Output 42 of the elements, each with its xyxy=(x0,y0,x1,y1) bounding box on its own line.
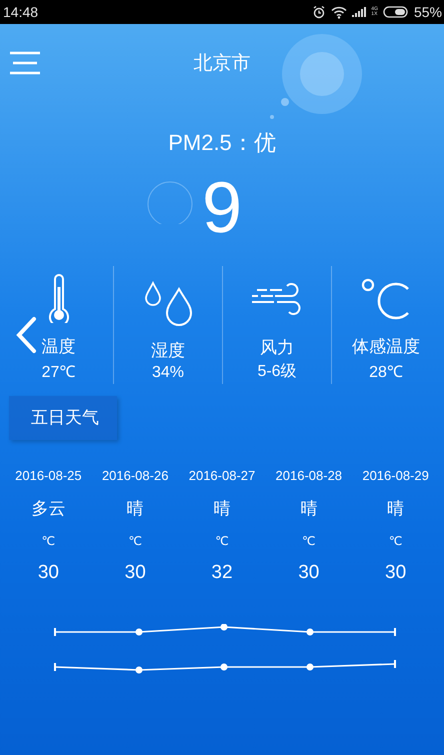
menu-icon[interactable] xyxy=(9,51,41,75)
status-time: 14:48 xyxy=(3,4,38,20)
forecast-unit: ℃ xyxy=(215,534,229,548)
water-drops-icon xyxy=(143,281,193,327)
chevron-left-icon[interactable] xyxy=(14,316,38,354)
forecast-weather: 晴 xyxy=(213,498,230,520)
alarm-icon xyxy=(312,5,326,19)
stat-label: 风力 xyxy=(260,337,294,359)
forecast-date: 2016-08-25 xyxy=(15,468,82,483)
thermometer-icon xyxy=(46,273,70,323)
forecast-weather: 晴 xyxy=(126,498,144,520)
forecast-date: 2016-08-29 xyxy=(362,468,429,483)
forecast-temp: 30 xyxy=(124,562,146,584)
pm25-label: PM2.5：优 xyxy=(167,129,277,157)
signal-icon xyxy=(352,7,366,17)
forecast-date: 2016-08-28 xyxy=(276,468,342,483)
forecast-temp: 32 xyxy=(211,562,233,584)
five-day-tab[interactable]: 五日天气 xyxy=(9,396,117,440)
forecast-weather: 多云 xyxy=(31,498,66,520)
forecast-weather: 晴 xyxy=(300,498,318,520)
forecast-weather: 晴 xyxy=(387,498,404,520)
battery-percent: 55% xyxy=(414,4,442,20)
forecast-unit: ℃ xyxy=(128,534,142,548)
stat-label: 温度 xyxy=(42,336,76,358)
battery-icon xyxy=(382,6,409,18)
forecast-unit: ℃ xyxy=(302,534,316,548)
city-title: 北京市 xyxy=(194,51,250,76)
stat-label: 体感温度 xyxy=(352,336,420,358)
wifi-icon xyxy=(331,6,348,18)
stat-value: 34% xyxy=(152,364,184,382)
forecast-temp: 30 xyxy=(298,562,320,584)
forecast-date: 2016-08-27 xyxy=(188,468,256,483)
stat-label: 湿度 xyxy=(151,340,185,362)
forecast-unit: ℃ xyxy=(388,534,402,548)
stat-value: 28℃ xyxy=(369,363,403,382)
stat-value: 5-6级 xyxy=(257,362,297,382)
pm25-value: 9 xyxy=(200,167,244,250)
forecast-temp: 30 xyxy=(385,562,406,584)
forecast-temp: 30 xyxy=(38,562,59,584)
stat-value: 27℃ xyxy=(42,363,76,382)
forecast-unit: ℃ xyxy=(42,534,56,548)
forecast-date: 2016-08-26 xyxy=(102,468,168,483)
